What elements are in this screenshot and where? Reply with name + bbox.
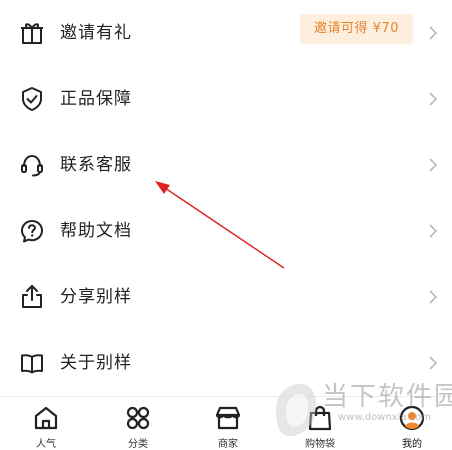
chevron-right-icon — [429, 290, 438, 304]
book-icon — [21, 354, 43, 374]
chevron-right-icon — [429, 224, 438, 238]
bottom-tab-bar: 人气 分类 商家 购物袋 我的 — [0, 396, 452, 450]
menu-item-label: 邀请有礼 — [60, 23, 132, 43]
tab-shopping-bag[interactable]: 购物袋 — [290, 397, 350, 450]
menu-item-invite[interactable]: 邀请有礼 邀请可得 ¥70 — [0, 0, 452, 66]
shield-check-icon — [22, 87, 42, 111]
shopping-bag-icon — [308, 405, 332, 431]
menu-item-label: 正品保障 — [60, 89, 132, 109]
menu-item-label: 帮助文档 — [60, 221, 132, 241]
menu-item-authentic-guarantee[interactable]: 正品保障 — [0, 66, 452, 132]
menu-item-label: 关于别样 — [60, 353, 132, 373]
chevron-right-icon — [429, 356, 438, 370]
menu-item-label: 分享别样 — [60, 287, 132, 307]
chevron-right-icon — [429, 26, 438, 40]
tab-merchants[interactable]: 商家 — [198, 397, 258, 450]
menu-item-label: 联系客服 — [60, 155, 132, 175]
chevron-right-icon — [429, 92, 438, 106]
headset-icon — [21, 154, 43, 177]
invite-reward-badge: 邀请可得 ¥70 — [300, 14, 413, 44]
home-icon — [34, 406, 58, 430]
menu-item-help-docs[interactable]: 帮助文档 — [0, 198, 452, 264]
menu-item-customer-service[interactable]: 联系客服 — [0, 132, 452, 198]
tab-category[interactable]: 分类 — [108, 397, 168, 450]
tab-popular[interactable]: 人气 — [16, 397, 76, 450]
profile-icon — [399, 405, 425, 431]
menu-item-share[interactable]: 分享别样 — [0, 264, 452, 330]
menu-item-about[interactable]: 关于别样 — [0, 330, 452, 396]
gift-icon — [21, 23, 43, 44]
help-doc-icon — [21, 220, 43, 243]
category-icon — [126, 406, 150, 430]
store-icon — [215, 406, 241, 430]
share-icon — [22, 285, 42, 308]
tab-profile[interactable]: 我的 — [382, 397, 442, 450]
chevron-right-icon — [429, 158, 438, 172]
